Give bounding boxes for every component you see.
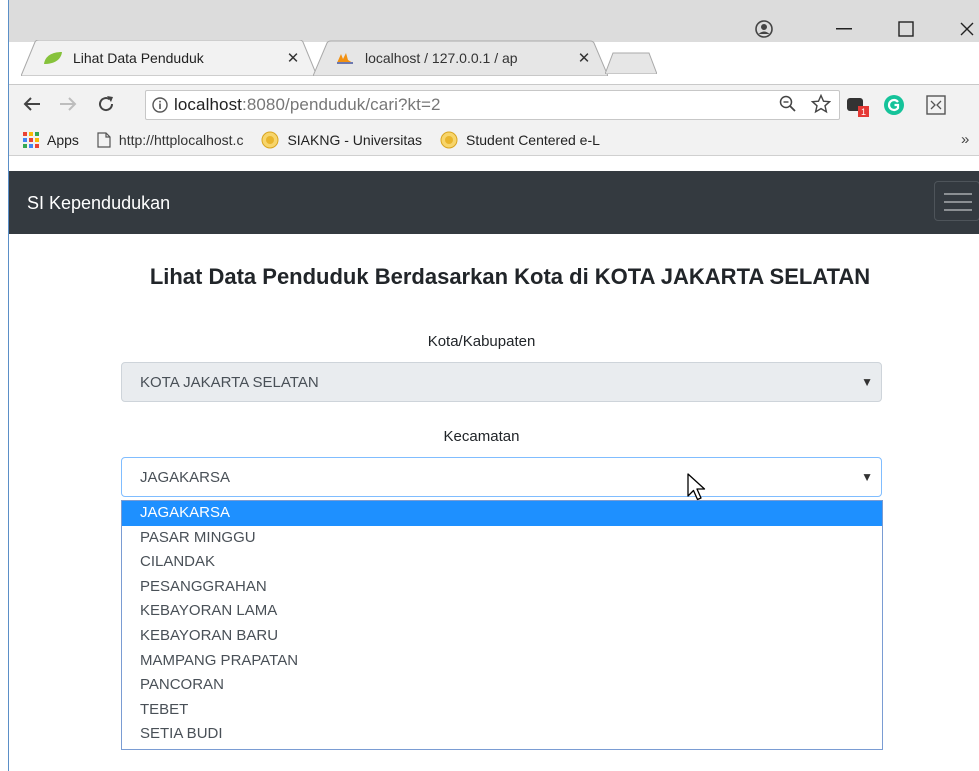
kecamatan-option[interactable]: PESANGGRAHAN (122, 575, 882, 600)
kota-select-value: KOTA JAKARTA SELATAN (140, 373, 319, 391)
minimize-icon[interactable] (836, 28, 852, 30)
hamburger-icon (944, 193, 972, 195)
kecamatan-option[interactable]: JAGAKARSA (122, 501, 882, 526)
page-icon (97, 131, 111, 148)
university-seal-icon (440, 131, 458, 148)
url-path: :8080/penduduk/cari?kt=2 (242, 95, 441, 114)
bookmarks-overflow-icon[interactable]: » (961, 131, 969, 148)
kecamatan-select[interactable]: JAGAKARSA ▼ (121, 457, 882, 497)
extension-chat-icon[interactable]: 1 (845, 92, 871, 118)
bookmark-apps[interactable]: Apps (23, 131, 79, 148)
page-title: Lihat Data Penduduk Berdasarkan Kota di … (149, 264, 871, 289)
kecamatan-option[interactable]: TEBET (122, 698, 882, 723)
extension-xml-icon[interactable] (923, 92, 949, 118)
kota-select: KOTA JAKARTA SELATAN ▼ (121, 362, 882, 402)
bookmarks-bar: Apps http://httplocalhost.c SIAKNG - Uni… (9, 124, 979, 156)
navbar-brand[interactable]: SI Kependudukan (27, 193, 170, 214)
address-bar[interactable]: localhost:8080/penduduk/cari?kt=2 (145, 90, 840, 120)
chevron-down-icon[interactable]: ▼ (861, 470, 873, 484)
chevron-down-icon: ▼ (861, 375, 873, 389)
back-arrow-icon[interactable] (23, 96, 41, 112)
kecamatan-option[interactable]: KEBAYORAN BARU (122, 624, 882, 649)
tab-lihat-data-penduduk[interactable]: Lihat Data Penduduk ✕ (21, 40, 317, 76)
close-tab-icon[interactable]: ✕ (574, 49, 594, 67)
bookmark-label: SIAKNG - Universitas (287, 131, 423, 148)
tab-title: localhost / 127.0.0.1 / ap (365, 50, 518, 66)
tab-phpmyadmin[interactable]: localhost / 127.0.0.1 / ap ✕ (313, 40, 608, 76)
university-seal-icon (261, 131, 279, 148)
bookmark-siakng[interactable]: SIAKNG - Universitas (261, 131, 422, 149)
kecamatan-select-value: JAGAKARSA (140, 468, 231, 486)
spring-leaf-icon (44, 52, 62, 64)
tab-title: Lihat Data Penduduk (73, 50, 204, 66)
kecamatan-option[interactable]: MAMPANG PRAPATAN (122, 649, 882, 674)
bookmark-label: Apps (47, 131, 79, 148)
kecamatan-option[interactable]: SETIA BUDI (122, 722, 882, 747)
bookmark-label: http://httplocalhost.c (118, 131, 244, 148)
mouse-cursor-icon (687, 473, 706, 501)
site-info-icon[interactable] (146, 97, 174, 113)
bookmark-star-icon[interactable] (811, 94, 831, 114)
kecamatan-dropdown-list: JAGAKARSA PASAR MINGGU CILANDAK PESANGGR… (121, 500, 883, 750)
grammarly-icon[interactable] (881, 92, 907, 118)
bookmark-httplocalhost[interactable]: http://httplocalhost.c (97, 131, 244, 148)
maximize-icon[interactable] (898, 21, 914, 37)
app-navbar: SI Kependudukan (9, 171, 979, 234)
zoom-icon[interactable] (779, 95, 797, 113)
phpmyadmin-icon (337, 53, 353, 64)
browser-toolbar: localhost:8080/penduduk/cari?kt=2 1 (9, 84, 979, 124)
kecamatan-option[interactable]: KEBAYORAN LAMA (122, 599, 882, 624)
kota-label: Kota/Kabupaten (427, 333, 536, 350)
kecamatan-option[interactable]: CILANDAK (122, 550, 882, 575)
bookmark-student-centered[interactable]: Student Centered e-L (440, 131, 600, 149)
close-window-icon[interactable] (959, 21, 975, 37)
apps-grid-icon (23, 131, 39, 148)
url-host: localhost (174, 95, 242, 114)
kecamatan-option[interactable]: PANCORAN (122, 673, 882, 698)
url-text: localhost:8080/penduduk/cari?kt=2 (174, 95, 441, 115)
close-tab-icon[interactable]: ✕ (283, 49, 303, 67)
new-tab-button[interactable] (605, 52, 657, 74)
tab-strip (9, 0, 979, 42)
bookmark-label: Student Centered e-L (466, 131, 600, 148)
reload-icon[interactable] (97, 95, 115, 113)
forward-arrow-icon[interactable] (59, 96, 77, 112)
extension-badge: 1 (861, 107, 866, 117)
navbar-toggler-button[interactable] (934, 181, 979, 221)
kecamatan-label: Kecamatan (443, 428, 520, 445)
kecamatan-option[interactable]: PASAR MINGGU (122, 526, 882, 551)
profile-icon[interactable] (755, 20, 773, 38)
